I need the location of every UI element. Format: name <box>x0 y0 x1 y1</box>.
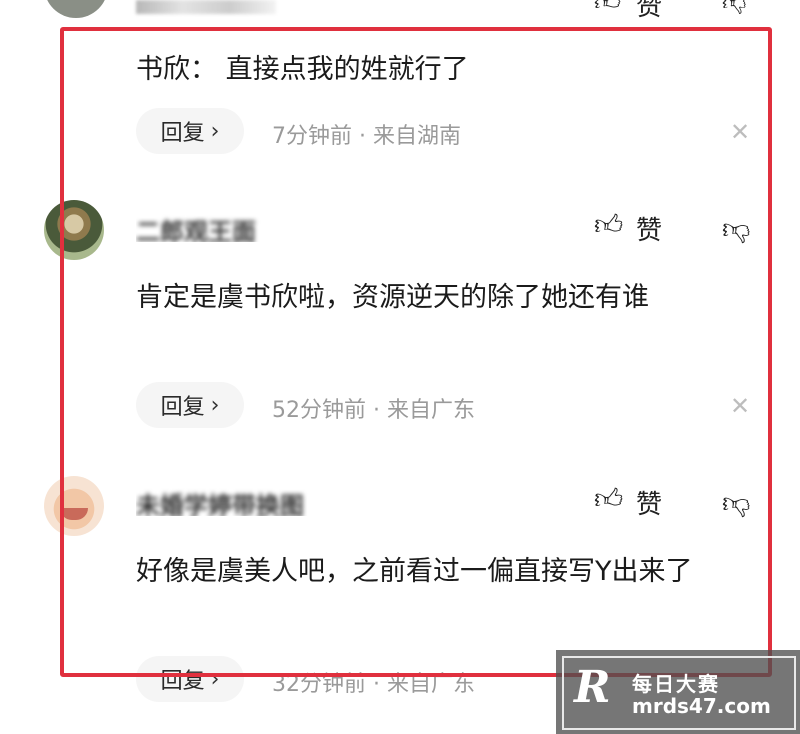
chevron-right-icon: › <box>210 666 220 692</box>
thumbs-up-icon[interactable]: 👍︎ <box>594 0 621 17</box>
reply-button[interactable]: 回复 › <box>136 656 244 702</box>
comment-text: 肯定是虞书欣啦，资源逆天的除了她还有谁 <box>136 282 649 313</box>
watermark-url: mrds47.com <box>632 694 771 718</box>
username[interactable]: 未婚学婷带换图 <box>136 486 396 516</box>
avatar[interactable] <box>44 0 108 18</box>
close-icon[interactable]: ✕ <box>730 118 750 146</box>
thumbs-up-icon[interactable]: 👍︎ <box>594 482 623 516</box>
comment-text: 书欣： 直接点我的姓就行了 <box>136 54 469 85</box>
chevron-right-icon: › <box>210 118 220 144</box>
reply-label: 回复 <box>160 121 205 146</box>
thumbs-down-icon[interactable]: 👎︎ <box>722 212 750 246</box>
reply-button[interactable]: 回复 › <box>136 382 244 428</box>
avatar[interactable] <box>44 200 104 260</box>
like-label[interactable]: 赞 <box>636 210 662 247</box>
comment-text: 好像是虞美人吧，之前看过一偏直接写Y出来了 <box>136 556 693 587</box>
thumbs-down-icon[interactable]: 👎︎ <box>722 486 750 520</box>
thumbs-down-icon[interactable]: 👎︎ <box>722 0 746 17</box>
watermark-title: 每日大赛 <box>632 672 720 696</box>
reply-label: 回复 <box>160 669 205 694</box>
blurred-username <box>136 0 276 14</box>
reply-button[interactable]: 回复 › <box>136 108 244 154</box>
reply-label: 回复 <box>160 395 205 420</box>
thumbs-up-icon[interactable]: 👍︎ <box>594 208 623 242</box>
username[interactable]: 二郎观王面 <box>136 212 296 242</box>
watermark-logo: R <box>574 662 611 713</box>
avatar[interactable] <box>44 476 104 536</box>
close-icon[interactable]: ✕ <box>730 392 750 420</box>
comment-meta: 7分钟前 · 来自湖南 <box>272 124 461 149</box>
like-label[interactable]: 赞 <box>636 484 662 521</box>
comment-meta: 52分钟前 · 来自广东 <box>272 398 475 423</box>
chevron-right-icon: › <box>210 392 220 418</box>
like-label[interactable]: 赞 <box>636 0 662 23</box>
comment-meta: 32分钟前 · 来自广东 <box>272 672 475 697</box>
